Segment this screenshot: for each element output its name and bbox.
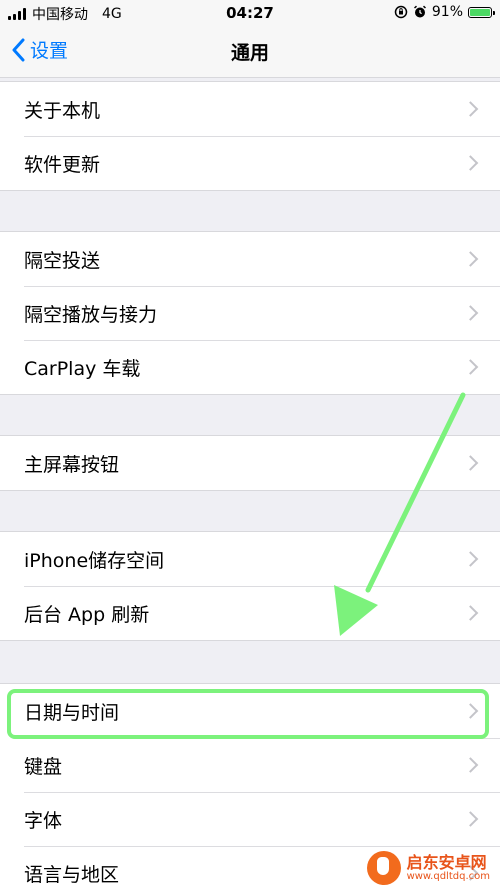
group-airdrop: 隔空投送 隔空播放与接力 CarPlay 车载 bbox=[0, 231, 500, 395]
group-storage: iPhone储存空间 后台 App 刷新 bbox=[0, 531, 500, 641]
battery-icon bbox=[468, 6, 495, 18]
chevron-right-icon bbox=[462, 455, 479, 471]
status-right: 91% bbox=[394, 4, 495, 20]
group-about: 关于本机 软件更新 bbox=[0, 81, 500, 191]
battery-percent: 91% bbox=[431, 4, 463, 20]
group-date-time: 日期与时间 键盘 字体 语言与地区 bbox=[0, 683, 500, 889]
list-item-label: CarPlay 车载 bbox=[24, 357, 141, 380]
list-item-software-update[interactable]: 软件更新 bbox=[0, 136, 500, 190]
back-label: 设置 bbox=[30, 40, 69, 62]
back-button[interactable]: 设置 bbox=[12, 36, 68, 63]
chevron-right-icon bbox=[462, 101, 479, 117]
group-home-button: 主屏幕按钮 bbox=[0, 435, 500, 491]
chevron-right-icon bbox=[462, 155, 479, 171]
list-item-carplay[interactable]: CarPlay 车载 bbox=[0, 340, 500, 394]
list-item-label: 键盘 bbox=[24, 755, 63, 778]
page-title: 通用 bbox=[230, 42, 269, 64]
chevron-right-icon bbox=[462, 757, 479, 773]
list-item-label: 后台 App 刷新 bbox=[24, 603, 150, 626]
screen: 中国移动 4G 04:27 91% 设置 通用 关于本机 软件更新 隔空投送 隔… bbox=[0, 0, 500, 889]
list-item-airplay-handoff[interactable]: 隔空播放与接力 bbox=[0, 286, 500, 340]
chevron-left-icon bbox=[12, 38, 25, 61]
chevron-right-icon bbox=[462, 305, 479, 321]
orientation-lock-icon bbox=[394, 5, 408, 19]
list-item-label: 关于本机 bbox=[24, 99, 101, 122]
list-item-label: iPhone储存空间 bbox=[24, 549, 165, 572]
chevron-right-icon bbox=[462, 605, 479, 621]
chevron-right-icon bbox=[462, 811, 479, 827]
list-item-airdrop[interactable]: 隔空投送 bbox=[0, 232, 500, 286]
list-item-iphone-storage[interactable]: iPhone储存空间 bbox=[0, 532, 500, 586]
chevron-right-icon bbox=[462, 551, 479, 567]
nav-bar: 设置 通用 bbox=[0, 26, 500, 78]
list-item-home-button[interactable]: 主屏幕按钮 bbox=[0, 436, 500, 490]
list-item-fonts[interactable]: 字体 bbox=[0, 792, 500, 846]
chevron-right-icon bbox=[462, 865, 479, 881]
alarm-icon bbox=[413, 5, 426, 18]
chevron-right-icon bbox=[462, 251, 479, 267]
list-item-label: 语言与地区 bbox=[24, 863, 120, 886]
list-item-label: 日期与时间 bbox=[24, 701, 120, 724]
settings-list: 关于本机 软件更新 隔空投送 隔空播放与接力 CarPlay 车载 主屏幕按钮 … bbox=[0, 78, 500, 889]
list-item-date-time[interactable]: 日期与时间 bbox=[0, 684, 500, 738]
list-item-label: 隔空投送 bbox=[24, 249, 101, 272]
status-bar: 中国移动 4G 04:27 91% bbox=[0, 0, 500, 26]
list-item-about[interactable]: 关于本机 bbox=[0, 82, 500, 136]
list-item-background-refresh[interactable]: 后台 App 刷新 bbox=[0, 586, 500, 640]
chevron-right-icon bbox=[462, 359, 479, 375]
list-item-label: 字体 bbox=[24, 809, 63, 832]
chevron-right-icon bbox=[462, 703, 479, 719]
list-item-label: 软件更新 bbox=[24, 153, 101, 176]
list-item-keyboard[interactable]: 键盘 bbox=[0, 738, 500, 792]
list-item-label: 隔空播放与接力 bbox=[24, 303, 158, 326]
list-item-label: 主屏幕按钮 bbox=[24, 453, 120, 476]
list-item-language-region[interactable]: 语言与地区 bbox=[0, 846, 500, 889]
